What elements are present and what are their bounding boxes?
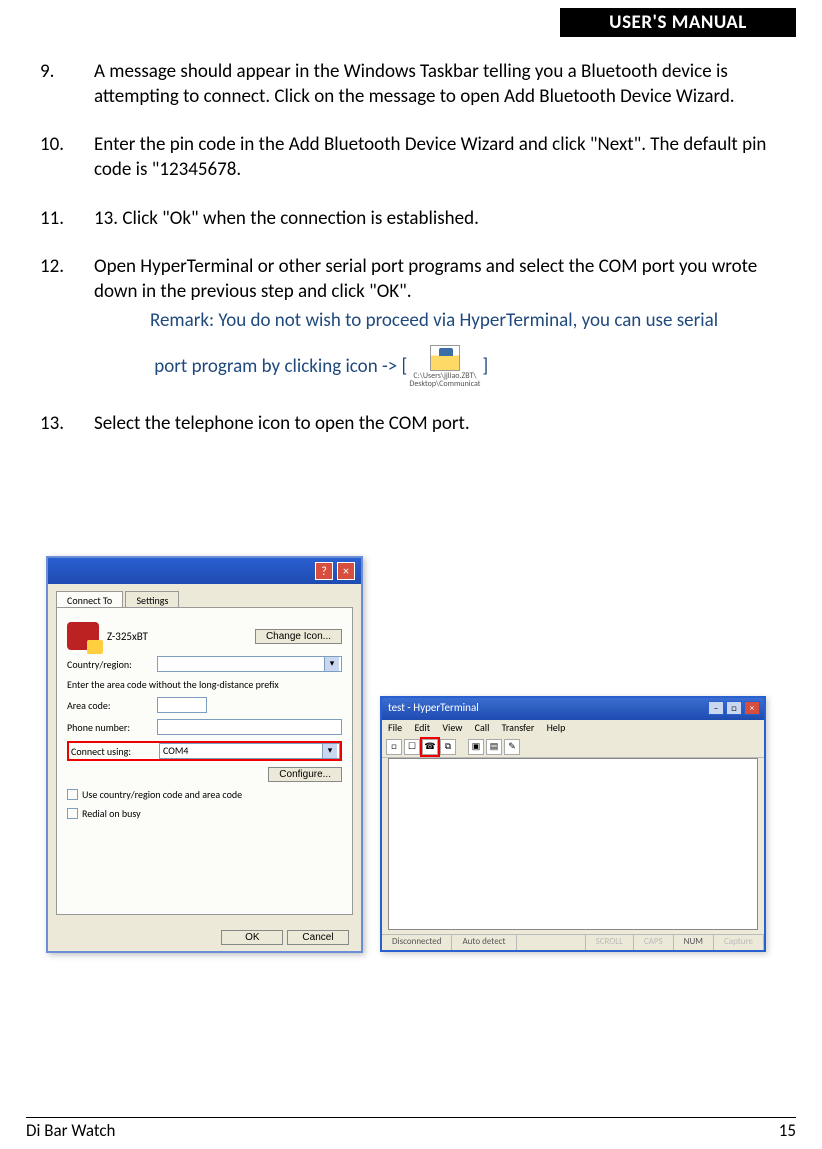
device-name: Z-325xBT bbox=[107, 630, 148, 643]
step-13: 13. Select the telephone icon to open th… bbox=[40, 412, 782, 437]
configure-button[interactable]: Configure... bbox=[268, 767, 342, 782]
step-number: 10. bbox=[40, 133, 94, 182]
dialog-footer: OK Cancel bbox=[221, 926, 349, 945]
menu-file[interactable]: File bbox=[388, 721, 402, 734]
country-region-label: Country/region: bbox=[67, 658, 157, 671]
ht-menubar: File Edit View Call Transfer Help bbox=[382, 720, 764, 736]
ht-titlebar: test - HyperTerminal – □ × bbox=[382, 698, 764, 720]
menu-view[interactable]: View bbox=[442, 721, 462, 734]
phone-number-label: Phone number: bbox=[67, 721, 157, 734]
step-number: 12. bbox=[40, 255, 94, 388]
step-number: 13. bbox=[40, 412, 94, 437]
menu-transfer[interactable]: Transfer bbox=[502, 721, 535, 734]
step-text: Enter the pin code in the Add Bluetooth … bbox=[94, 133, 782, 182]
tool-properties-icon[interactable]: ✎ bbox=[504, 739, 520, 755]
ht-terminal-area[interactable] bbox=[388, 758, 758, 930]
step-text-content: Open HyperTerminal or other serial port … bbox=[94, 255, 757, 303]
tool-new-icon[interactable]: □ bbox=[386, 739, 402, 755]
status-scroll: SCROLL bbox=[586, 935, 634, 950]
ht-toolbar: □ ☐ ☎ ⧉ ▣ ▤ ✎ bbox=[382, 736, 764, 758]
tool-send-icon[interactable]: ▣ bbox=[468, 739, 484, 755]
change-icon-button[interactable]: Change Icon... bbox=[255, 629, 342, 644]
dialog-tabs: Connect To Settings bbox=[56, 590, 353, 608]
area-code-label: Area code: bbox=[67, 699, 157, 712]
status-autodetect: Auto detect bbox=[452, 935, 516, 950]
area-code-field[interactable] bbox=[157, 697, 207, 713]
close-button[interactable]: × bbox=[337, 562, 355, 580]
hyperterminal-window: test - HyperTerminal – □ × File Edit Vie… bbox=[380, 696, 766, 952]
connect-using-select[interactable]: COM4 bbox=[159, 743, 340, 759]
step-number: 11. bbox=[40, 207, 94, 232]
remark: Remark: You do not wish to proceed via H… bbox=[150, 305, 782, 389]
checkbox-redial[interactable] bbox=[67, 808, 78, 819]
maximize-button[interactable]: □ bbox=[726, 701, 742, 715]
footer-left: Di Bar Watch bbox=[26, 1120, 116, 1141]
step-number: 9. bbox=[40, 60, 94, 109]
chk1-label: Use country/region code and area code bbox=[82, 788, 242, 801]
cancel-button[interactable]: Cancel bbox=[287, 930, 349, 945]
tab-body: Z-325xBT Change Icon... Country/region: … bbox=[56, 607, 353, 915]
tool-call-icon[interactable]: ☎ bbox=[422, 739, 438, 755]
step-12: 12. Open HyperTerminal or other serial p… bbox=[40, 255, 782, 388]
step-10: 10. Enter the pin code in the Add Blueto… bbox=[40, 133, 782, 182]
status-num: NUM bbox=[674, 935, 714, 950]
dialog-titlebar: ? × bbox=[48, 558, 361, 584]
page-number: 15 bbox=[779, 1120, 796, 1141]
ok-button[interactable]: OK bbox=[221, 930, 283, 945]
status-connection: Disconnected bbox=[382, 935, 452, 950]
connect-using-label: Connect using: bbox=[69, 745, 159, 758]
content: 9. A message should appear in the Window… bbox=[40, 60, 782, 461]
connection-properties-dialog: ? × Connect To Settings Z-325xBT Change … bbox=[46, 556, 363, 953]
step-11: 11. 13. Click "Ok" when the connection i… bbox=[40, 207, 782, 232]
minimize-button[interactable]: – bbox=[708, 701, 724, 715]
help-button[interactable]: ? bbox=[315, 562, 333, 580]
remark-line2b: ] bbox=[482, 355, 488, 378]
ht-title-text: test - HyperTerminal bbox=[388, 701, 479, 714]
tool-disconnect-icon[interactable]: ⧉ bbox=[440, 739, 456, 755]
shortcut-icon-image bbox=[430, 345, 460, 371]
chk2-label: Redial on busy bbox=[82, 807, 141, 820]
ht-statusbar: Disconnected Auto detect SCROLL CAPS NUM… bbox=[382, 934, 764, 950]
icon-path-2: Desktop\Communicat bbox=[409, 379, 480, 389]
step-text: A message should appear in the Windows T… bbox=[94, 60, 782, 109]
close-button[interactable]: × bbox=[744, 701, 760, 715]
tool-open-icon[interactable]: ☐ bbox=[404, 739, 420, 755]
step-text: Select the telephone icon to open the CO… bbox=[94, 412, 782, 437]
remark-line2a: port program by clicking icon -> [ bbox=[154, 355, 407, 378]
step-text: Open HyperTerminal or other serial port … bbox=[94, 255, 782, 388]
step-9: 9. A message should appear in the Window… bbox=[40, 60, 782, 109]
phone-number-field[interactable] bbox=[157, 719, 342, 735]
checkbox-use-country-code[interactable] bbox=[67, 789, 78, 800]
menu-help[interactable]: Help bbox=[547, 721, 566, 734]
desktop-shortcut-icon: C:\Users\jjliao.ZBT\ Desktop\Communicat bbox=[409, 345, 480, 388]
area-code-hint: Enter the area code without the long-dis… bbox=[67, 678, 279, 691]
page-footer: Di Bar Watch 15 bbox=[26, 1117, 796, 1141]
country-region-select[interactable] bbox=[157, 656, 342, 672]
menu-call[interactable]: Call bbox=[475, 721, 490, 734]
status-capture: Capture bbox=[714, 935, 764, 950]
phone-icon bbox=[67, 622, 99, 650]
remark-line1: Remark: You do not wish to proceed via H… bbox=[150, 309, 718, 332]
menu-edit[interactable]: Edit bbox=[414, 721, 430, 734]
header-banner: USER'S MANUAL bbox=[560, 8, 796, 37]
step-text: 13. Click "Ok" when the connection is es… bbox=[94, 207, 782, 232]
tool-receive-icon[interactable]: ▤ bbox=[486, 739, 502, 755]
status-caps: CAPS bbox=[634, 935, 674, 950]
